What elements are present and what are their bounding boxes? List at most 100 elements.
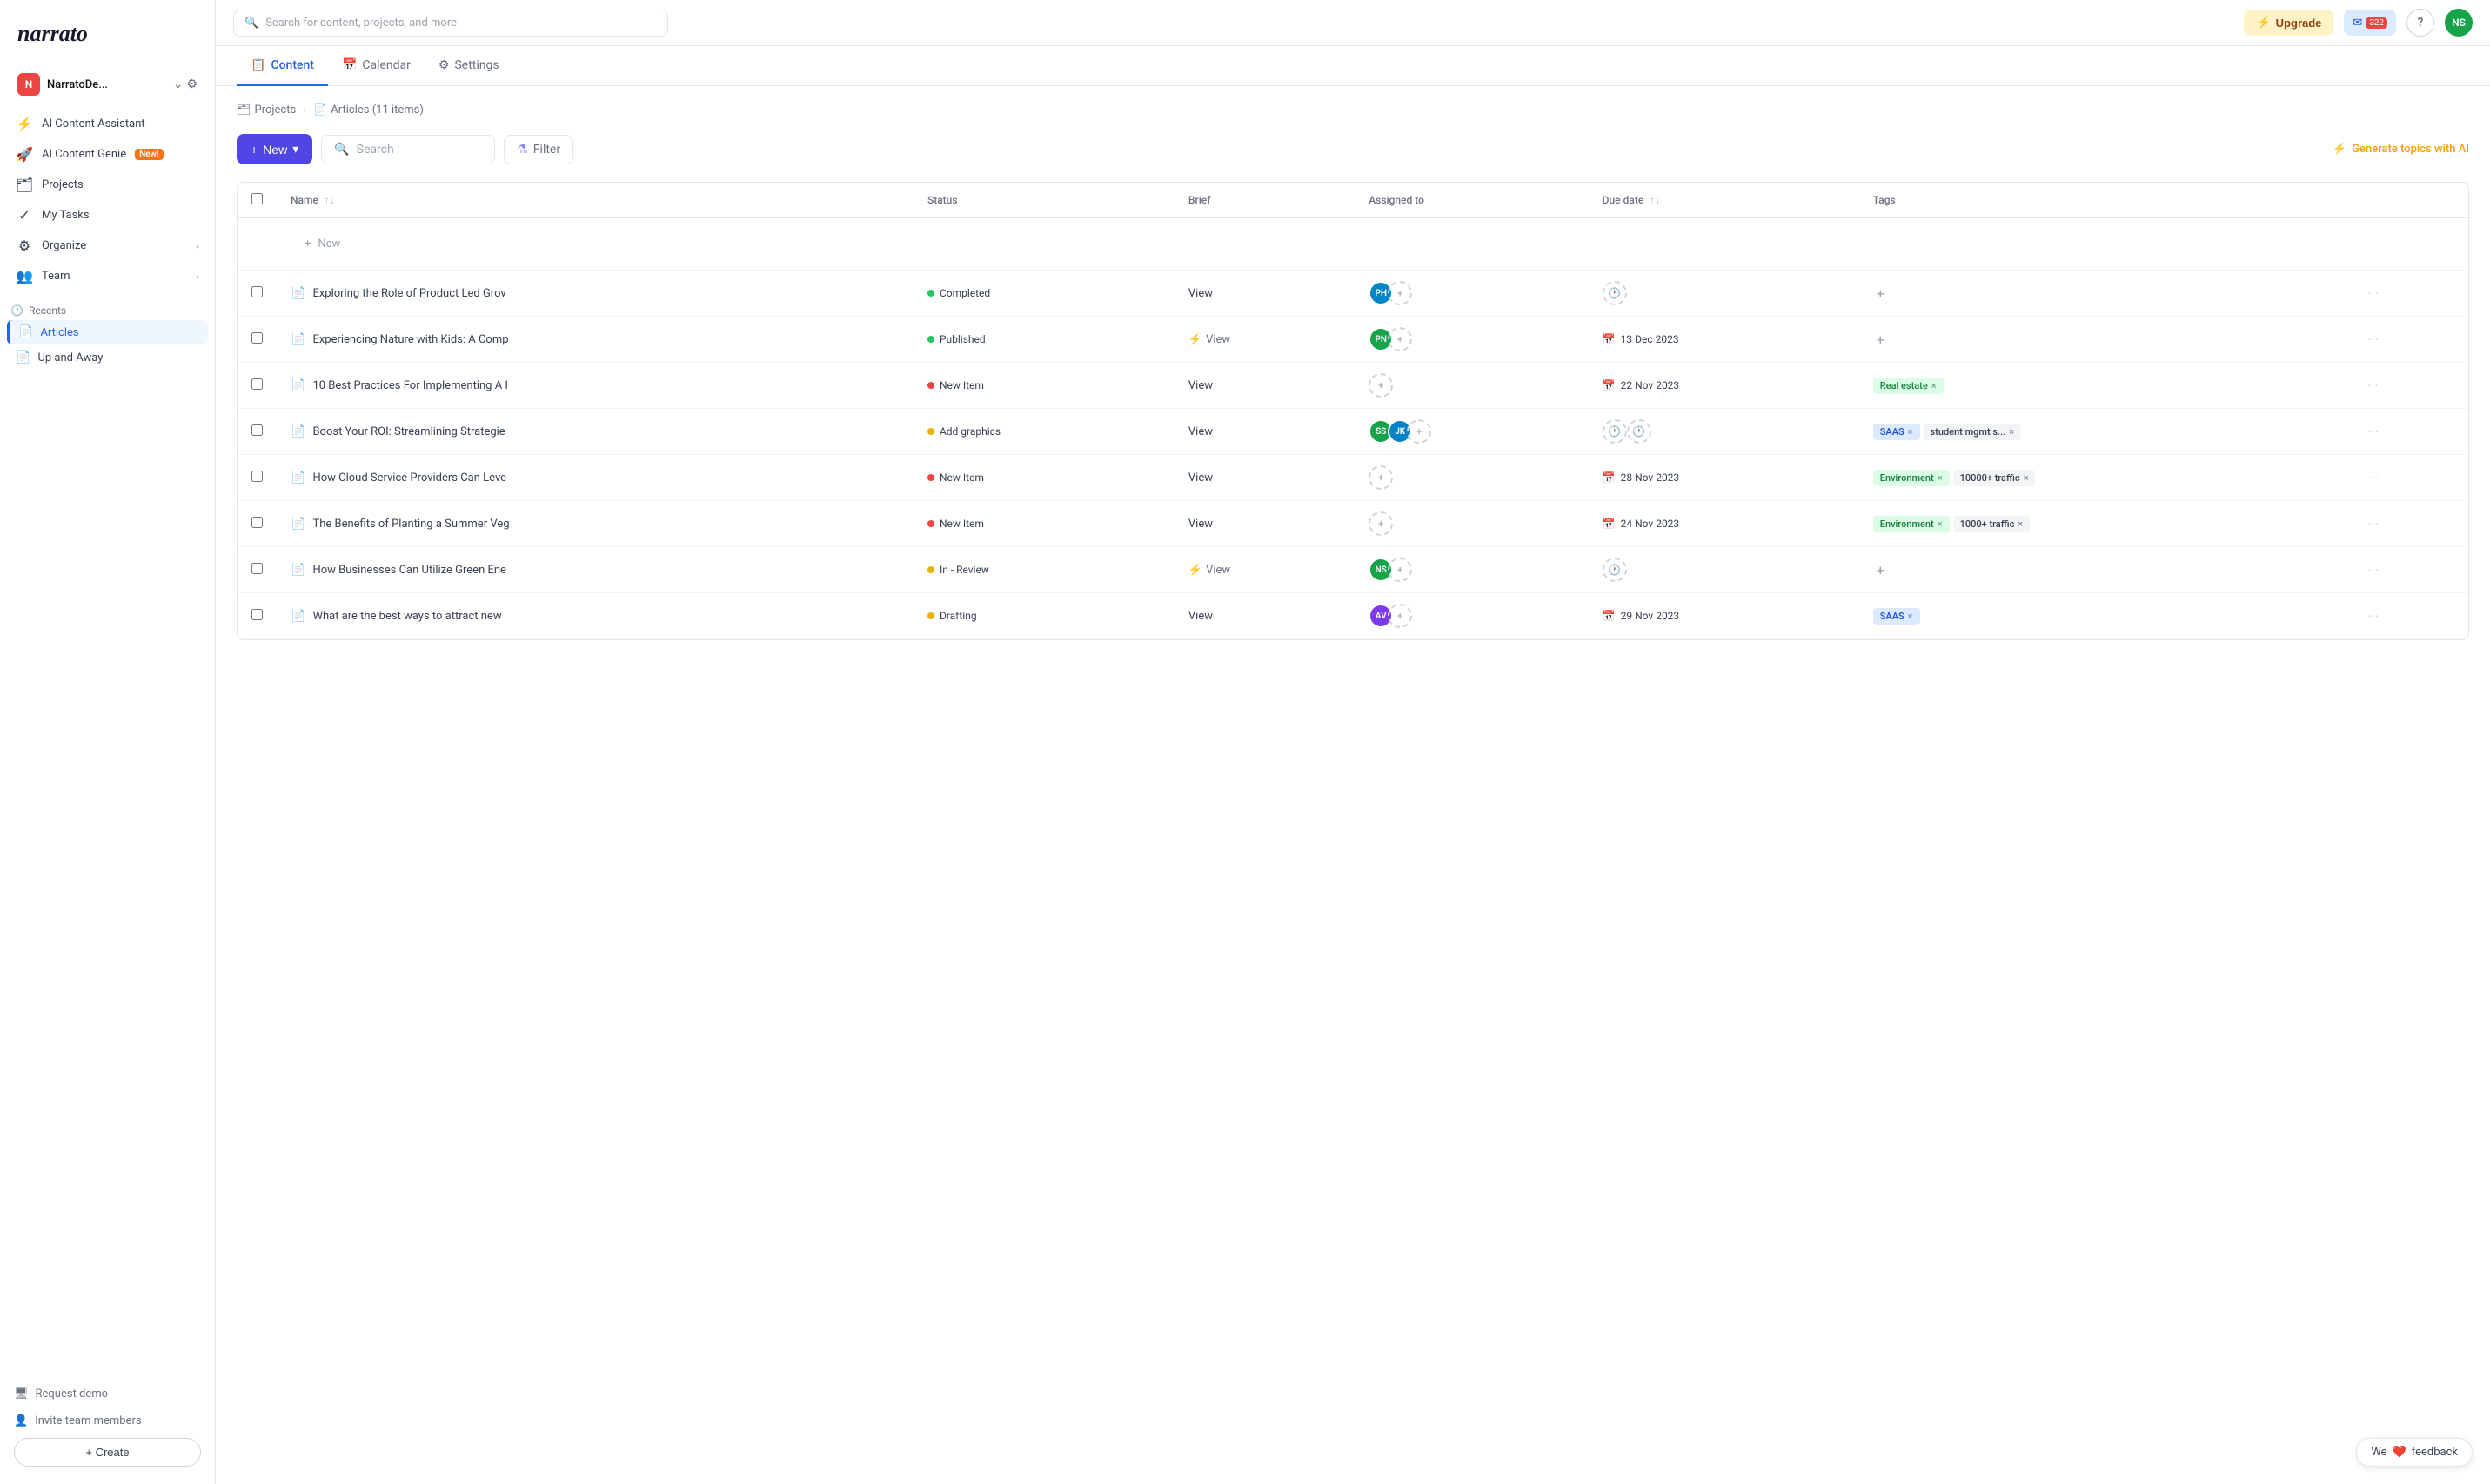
table-row: 📄 Exploring the Role of Product Led Grov… (238, 271, 2468, 317)
row-name[interactable]: How Cloud Service Providers Can Leve (312, 471, 506, 485)
brief-link[interactable]: View (1188, 379, 1341, 392)
brief-link[interactable]: View (1188, 518, 1341, 531)
tab-settings[interactable]: ⚙ Settings (425, 46, 513, 86)
breadcrumb-articles[interactable]: 📄 Articles (11 items) (313, 104, 424, 117)
row-actions-menu[interactable]: ··· (2364, 374, 2382, 398)
sidebar-item-label: Projects (42, 178, 84, 191)
row-name[interactable]: 10 Best Practices For Implementing A I (312, 379, 508, 392)
brief-link[interactable]: View (1188, 287, 1341, 300)
brief-link[interactable]: View (1188, 610, 1341, 623)
row-actions-menu[interactable]: ··· (2364, 466, 2382, 490)
tag: SAAS × (1873, 608, 1920, 625)
tag-remove[interactable]: × (1931, 380, 1937, 391)
content-tabs: 📋 Content 📅 Calendar ⚙ Settings (216, 46, 2490, 86)
tab-content[interactable]: 📋 Content (237, 46, 328, 86)
monitor-icon: 🖥 (14, 1387, 29, 1400)
invite-team-link[interactable]: 👤 Invite team members (14, 1411, 201, 1431)
user-avatar[interactable]: NS (2445, 9, 2473, 37)
brief-link[interactable]: ⚡ View (1188, 333, 1341, 346)
row-checkbox[interactable] (251, 286, 263, 297)
due-date-placeholder[interactable]: 🕐 (1603, 558, 1627, 582)
row-actions-menu[interactable]: ··· (2364, 282, 2382, 305)
sidebar-item-team[interactable]: 👥 Team › (7, 262, 208, 291)
row-checkbox[interactable] (251, 424, 263, 436)
row-checkbox[interactable] (251, 378, 263, 390)
sidebar-item-label: AI Content Genie (42, 148, 126, 161)
due-date-placeholder[interactable]: 🕐 (1603, 419, 1627, 444)
global-search[interactable]: 🔍 Search for content, projects, and more (233, 10, 668, 37)
add-new-row-button[interactable]: + New (291, 229, 2454, 259)
row-name[interactable]: How Businesses Can Utilize Green Ene (312, 564, 506, 577)
sort-name-icon[interactable]: ↑↓ (325, 194, 335, 206)
tags-cell: SAAS × student mgmt s... × (1873, 424, 2337, 440)
feedback-button[interactable]: We ❤️ feedback (2356, 1438, 2473, 1467)
due-date-placeholder[interactable]: 🕐 (1603, 281, 1627, 305)
workspace-selector[interactable]: N NarratoDe... ⌄ ⚙ (7, 66, 208, 103)
tag-remove[interactable]: × (1938, 472, 1943, 484)
settings-icon[interactable]: ⚙ (186, 77, 197, 91)
notifications-button[interactable]: ✉ 322 (2344, 10, 2396, 36)
status-badge: New Item (927, 514, 984, 533)
row-checkbox[interactable] (251, 609, 263, 620)
recent-item-up-and-away[interactable]: 📄 Up and Away (7, 345, 208, 370)
sidebar-item-projects[interactable]: 🗂 Projects (7, 170, 208, 199)
row-name[interactable]: What are the best ways to attract new (312, 610, 501, 623)
row-actions-menu[interactable]: ··· (2364, 512, 2382, 536)
add-assignee-button[interactable]: + (1369, 511, 1393, 536)
row-actions-menu[interactable]: ··· (2364, 558, 2382, 582)
assigned-cell: + (1369, 511, 1574, 536)
tag-remove[interactable]: × (1908, 426, 1913, 438)
recent-item-articles[interactable]: 📄 Articles (7, 320, 208, 344)
select-all-checkbox[interactable] (251, 193, 263, 204)
row-name[interactable]: Exploring the Role of Product Led Grov (312, 287, 505, 300)
add-assignee-button[interactable]: + (1388, 604, 1412, 628)
due-date-placeholder2[interactable]: 🕐 (1627, 419, 1651, 444)
row-name[interactable]: The Benefits of Planting a Summer Veg (312, 518, 509, 531)
create-button[interactable]: + Create (14, 1438, 201, 1467)
brief-link[interactable]: View (1188, 425, 1341, 438)
tag-remove[interactable]: × (1938, 518, 1943, 530)
add-assignee-button[interactable]: + (1388, 558, 1412, 582)
tag-remove[interactable]: × (2018, 518, 2023, 530)
due-date: 📅 28 Nov 2023 (1603, 471, 1845, 484)
row-actions-menu[interactable]: ··· (2364, 420, 2382, 444)
help-button[interactable]: ? (2406, 9, 2434, 37)
add-tag-button[interactable]: + (1873, 285, 1888, 302)
tag-remove[interactable]: × (1908, 611, 1913, 622)
sidebar-item-ai-assistant[interactable]: ⚡ AI Content Assistant (7, 110, 208, 138)
tag-remove[interactable]: × (2024, 472, 2029, 484)
add-assignee-button[interactable]: + (1369, 373, 1393, 398)
table-row: 📄 How Cloud Service Providers Can Leve N… (238, 455, 2468, 501)
row-checkbox[interactable] (251, 332, 263, 344)
filter-button[interactable]: ⚗ Filter (504, 135, 573, 164)
sidebar-item-ai-genie[interactable]: 🚀 AI Content Genie New! (7, 140, 208, 169)
row-name[interactable]: Boost Your ROI: Streamlining Strategie (312, 425, 505, 438)
row-checkbox[interactable] (251, 517, 263, 528)
add-assignee-button[interactable]: + (1388, 327, 1412, 351)
add-tag-button[interactable]: + (1873, 562, 1888, 578)
brief-link[interactable]: ⚡ View (1188, 564, 1341, 577)
ai-generate-button[interactable]: ⚡ Generate topics with AI (2333, 143, 2469, 156)
add-assignee-button[interactable]: + (1388, 281, 1412, 305)
sidebar-item-organize[interactable]: ⚙ Organize › (7, 231, 208, 260)
tab-calendar[interactable]: 📅 Calendar (328, 46, 425, 86)
add-assignee-button[interactable]: + (1369, 465, 1393, 490)
sidebar-item-my-tasks[interactable]: ✓ My Tasks (7, 201, 208, 230)
row-actions-menu[interactable]: ··· (2364, 605, 2382, 628)
row-actions-menu[interactable]: ··· (2364, 328, 2382, 351)
add-tag-button[interactable]: + (1873, 331, 1888, 348)
add-assignee-button[interactable]: + (1407, 419, 1431, 444)
row-checkbox[interactable] (251, 471, 263, 482)
row-name[interactable]: Experiencing Nature with Kids: A Comp (312, 333, 508, 346)
content-search[interactable]: 🔍 Search (321, 135, 495, 164)
upgrade-button[interactable]: ⚡ Upgrade (2244, 10, 2333, 36)
chevron-down-icon[interactable]: ⌄ (173, 77, 184, 91)
tag-remove[interactable]: × (2009, 426, 2014, 438)
row-checkbox[interactable] (251, 563, 263, 574)
new-button[interactable]: + New ▾ (237, 134, 312, 164)
request-demo-link[interactable]: 🖥 Request demo (14, 1384, 201, 1404)
sort-due-icon[interactable]: ↑↓ (1650, 194, 1660, 206)
brief-link[interactable]: View (1188, 471, 1341, 485)
breadcrumb-projects[interactable]: 🗂 Projects (237, 104, 296, 117)
projects-icon: 🗂 (16, 177, 33, 193)
